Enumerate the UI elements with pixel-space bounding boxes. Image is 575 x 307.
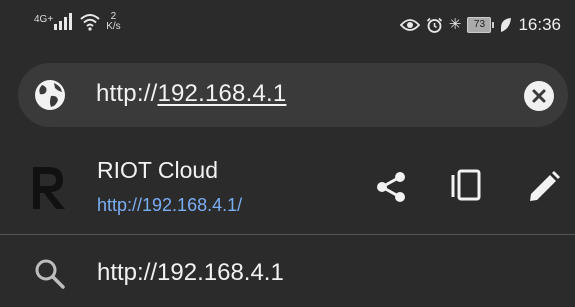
- leaf-icon: [501, 18, 512, 32]
- url-field[interactable]: http://192.168.4.1: [96, 80, 286, 108]
- url-bar[interactable]: http://192.168.4.1: [18, 63, 568, 127]
- battery-level: 73: [467, 17, 492, 33]
- url-scheme: http://: [96, 80, 158, 107]
- site-title: RIOT Cloud: [97, 157, 219, 183]
- eye-comfort-icon: [399, 19, 420, 31]
- riot-logo-icon: [33, 167, 65, 209]
- clock: 16:36: [518, 15, 561, 34]
- edit-icon[interactable]: [526, 169, 562, 205]
- url-host: 192.168.4.1: [157, 80, 287, 107]
- site-url[interactable]: http://192.168.4.1/: [97, 195, 242, 216]
- divider: [0, 234, 575, 235]
- site-suggestion[interactable]: RIOT Cloud http://192.168.4.1/: [0, 140, 575, 232]
- wifi-icon: [80, 14, 100, 31]
- globe-icon[interactable]: [34, 79, 66, 111]
- close-circle-icon[interactable]: [524, 81, 554, 111]
- copy-icon[interactable]: [449, 169, 485, 205]
- network-type: 4G+: [34, 14, 54, 25]
- speed-unit: K/s: [106, 21, 121, 32]
- status-bar: 4G+ 2 K/s ✳ 73 16:36: [0, 0, 575, 52]
- network-speed: 2 K/s: [106, 12, 120, 32]
- share-icon[interactable]: [374, 169, 410, 205]
- search-suggestion[interactable]: http://192.168.4.1: [0, 236, 575, 307]
- signal-strength-icon: [54, 12, 73, 30]
- battery-icon: 73: [467, 17, 495, 33]
- bluetooth-icon: ✳: [448, 16, 462, 33]
- search-icon: [35, 259, 65, 289]
- status-left: 4G+ 2 K/s: [34, 12, 121, 32]
- status-right: ✳ 73 16:36: [399, 15, 561, 35]
- alarm-icon: [426, 17, 442, 33]
- search-suggestion-text: http://192.168.4.1: [97, 259, 284, 286]
